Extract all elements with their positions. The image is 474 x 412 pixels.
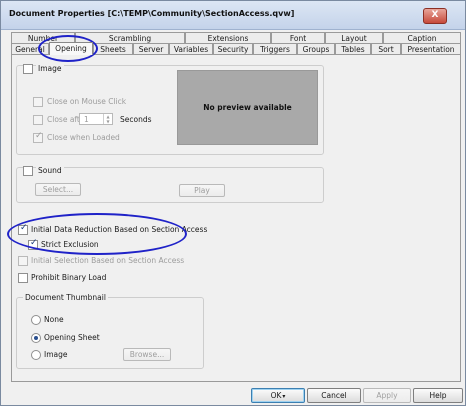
image-groupbox: Image Close on Mouse Click Close after 1…	[16, 64, 324, 155]
close-on-click-label: Close on Mouse Click	[47, 97, 127, 106]
close-after-checkbox[interactable]	[33, 115, 43, 125]
tab-font[interactable]: Font	[271, 32, 325, 43]
image-preview: No preview available	[177, 70, 318, 145]
prohibit-binary-load-checkbox[interactable]	[18, 273, 28, 283]
close-button[interactable]: X	[423, 8, 447, 24]
apply-button[interactable]: Apply	[363, 388, 411, 403]
opening-tab-panel: Image Close on Mouse Click Close after 1…	[11, 54, 461, 382]
ok-label: OK	[270, 391, 282, 400]
initial-data-reduction-label: Initial Data Reduction Based on Section …	[31, 225, 208, 234]
check-icon: ✓	[30, 238, 38, 248]
tab-groups[interactable]: Groups	[297, 43, 335, 54]
radio-selected-icon	[34, 336, 38, 340]
initial-data-reduction-checkbox[interactable]: ✓	[18, 223, 28, 235]
document-thumbnail-label: Document Thumbnail	[23, 293, 108, 302]
select-sound-button[interactable]: Select...	[35, 183, 81, 196]
thumbnail-none-radio[interactable]	[31, 315, 41, 325]
thumbnail-opening-sheet-radio[interactable]	[31, 333, 41, 343]
help-button[interactable]: Help	[413, 388, 463, 403]
tab-server[interactable]: Server	[133, 43, 169, 54]
thumbnail-opening-sheet-label: Opening Sheet	[44, 333, 100, 342]
dropdown-arrow-icon: ▾	[282, 393, 286, 400]
close-when-loaded-checkbox[interactable]: ✓	[33, 131, 43, 143]
cancel-button[interactable]: Cancel	[307, 388, 361, 403]
tab-triggers[interactable]: Triggers	[253, 43, 297, 54]
strict-exclusion-checkbox[interactable]: ✓	[28, 238, 38, 250]
tab-sort[interactable]: Sort	[371, 43, 401, 54]
tab-tables[interactable]: Tables	[335, 43, 371, 54]
close-after-seconds-stepper[interactable]: 1 ▲ ▼	[79, 113, 113, 125]
initial-selection-checkbox[interactable]	[18, 256, 28, 266]
thumbnail-image-label: Image	[44, 350, 68, 359]
tab-layout[interactable]: Layout	[325, 32, 383, 43]
check-icon: ✓	[35, 131, 43, 141]
sound-checkbox[interactable]	[23, 166, 33, 176]
seconds-label: Seconds	[120, 115, 152, 124]
stepper-arrows-icon[interactable]: ▲ ▼	[103, 114, 112, 124]
window-title: Document Properties [C:\TEMP\Community\S…	[9, 9, 295, 18]
image-checkbox[interactable]	[23, 64, 33, 74]
document-properties-dialog: Document Properties [C:\TEMP\Community\S…	[0, 0, 466, 406]
play-button[interactable]: Play	[179, 184, 225, 197]
tab-general[interactable]: General	[11, 43, 49, 54]
tab-variables[interactable]: Variables	[169, 43, 213, 54]
no-preview-text: No preview available	[203, 103, 292, 112]
tab-extensions[interactable]: Extensions	[185, 32, 271, 43]
title-bar[interactable]: Document Properties [C:\TEMP\Community\S…	[1, 1, 465, 30]
thumbnail-image-radio[interactable]	[31, 350, 41, 360]
document-thumbnail-groupbox: Document Thumbnail None Opening Sheet Im…	[16, 293, 204, 369]
sound-label: Sound	[36, 166, 64, 175]
close-after-value: 1	[84, 115, 89, 124]
check-icon: ✓	[20, 223, 28, 233]
close-when-loaded-label: Close when Loaded	[47, 133, 120, 142]
tab-presentation[interactable]: Presentation	[401, 43, 461, 54]
browse-button[interactable]: Browse...	[123, 348, 171, 361]
close-on-click-checkbox[interactable]	[33, 97, 43, 107]
tab-caption[interactable]: Caption	[383, 32, 461, 43]
tab-opening[interactable]: Opening	[49, 42, 93, 55]
tab-security[interactable]: Security	[213, 43, 253, 54]
strict-exclusion-label: Strict Exclusion	[41, 240, 99, 249]
initial-selection-label: Initial Selection Based on Section Acces…	[31, 256, 185, 265]
close-icon: X	[431, 10, 439, 20]
sound-groupbox: Sound Select... Play	[16, 166, 324, 203]
ok-button[interactable]: OK▾	[251, 388, 305, 403]
prohibit-binary-load-label: Prohibit Binary Load	[31, 273, 107, 282]
thumbnail-none-label: None	[44, 315, 64, 324]
image-label: Image	[36, 64, 64, 73]
tab-sheets[interactable]: Sheets	[93, 43, 133, 54]
